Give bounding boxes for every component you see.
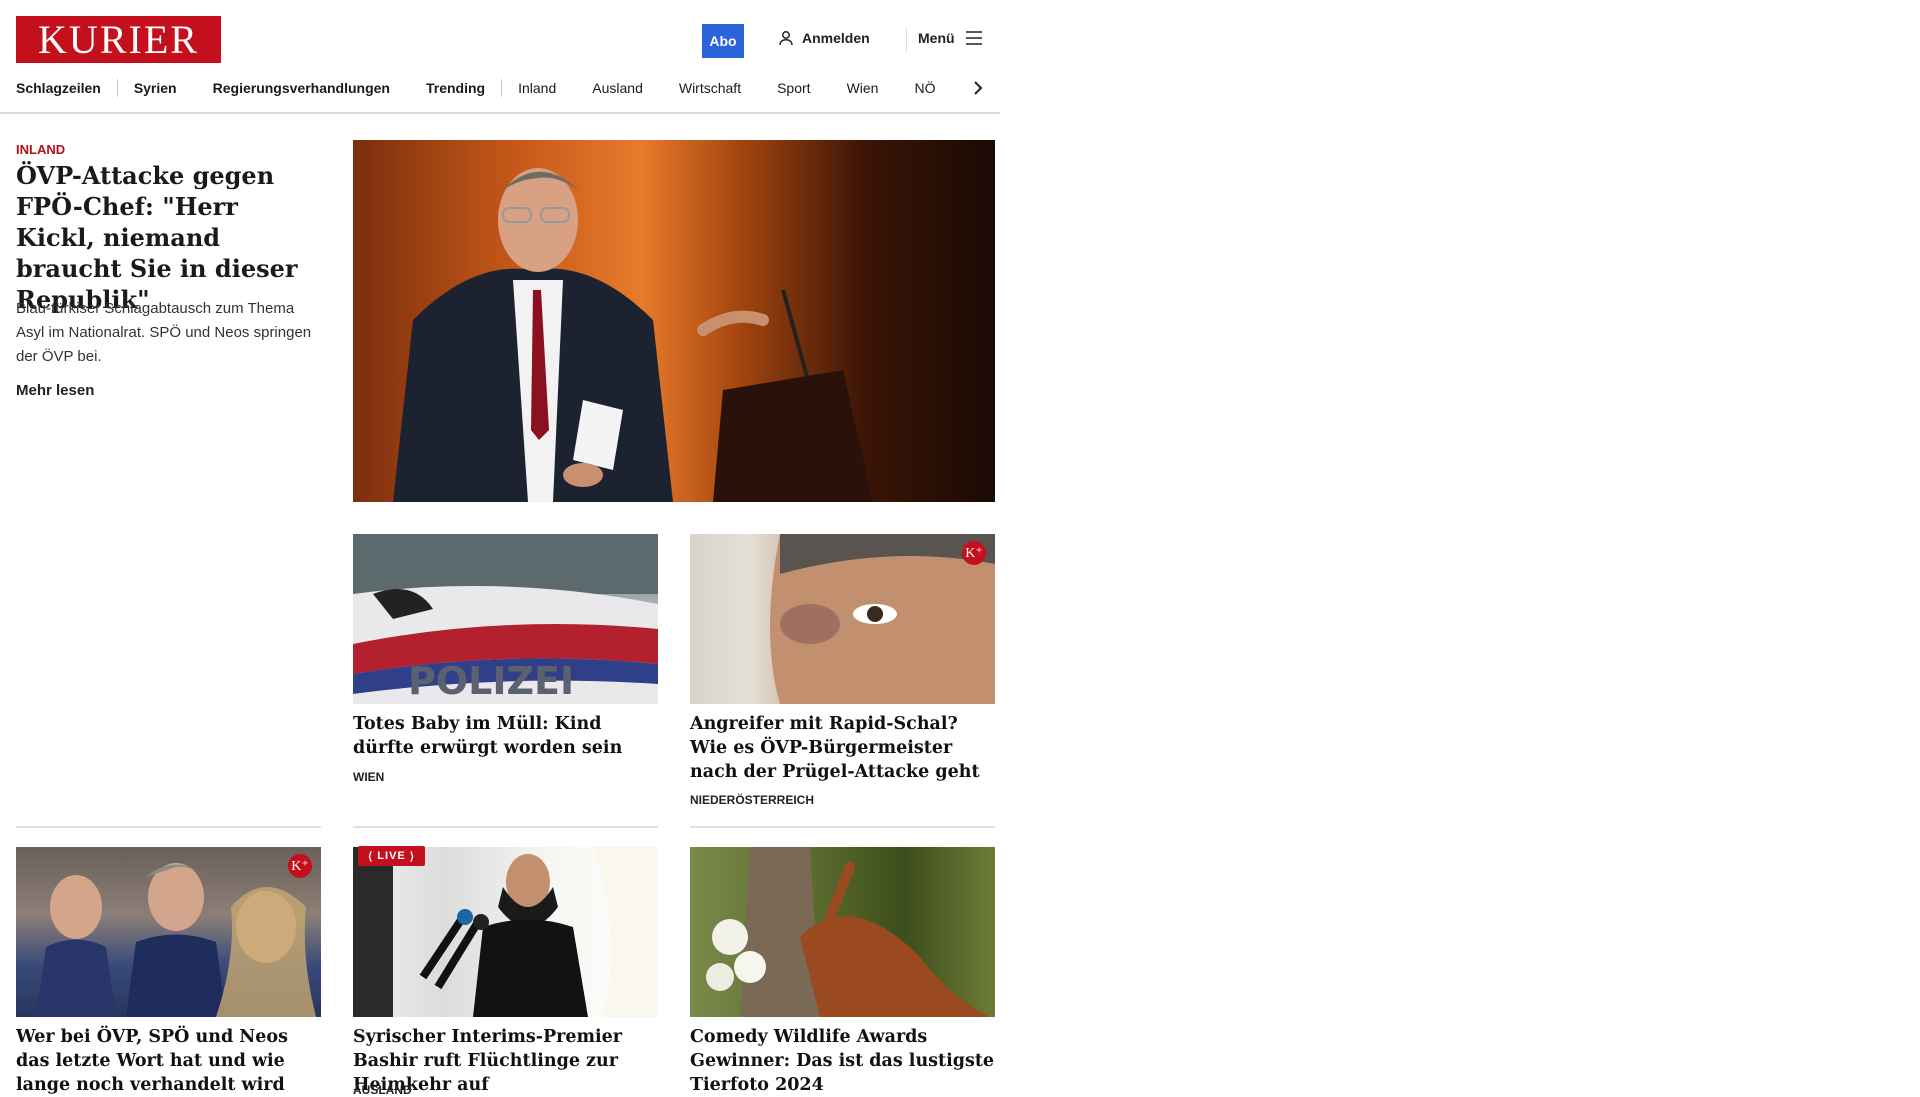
login-label: Anmelden [802, 30, 870, 46]
card-title-1[interactable]: Totes Baby im Müll: Kind dürfte er­würgt… [353, 712, 661, 760]
card-tag-1[interactable]: WIEN [353, 770, 384, 784]
lead-image[interactable] [353, 140, 995, 502]
nav-separator [501, 79, 503, 97]
nav-underline [0, 112, 1000, 114]
police-car-photo: POLIZEI [353, 534, 658, 704]
card-image-polizei[interactable]: POLIZEI [353, 534, 658, 704]
press-conference-photo [353, 847, 658, 1017]
card-title-2[interactable]: Angreifer mit Rapid-Schal? Wie es ÖVP-Bü… [690, 712, 998, 784]
card-image-politicians[interactable] [16, 847, 321, 1017]
nav-next-arrow[interactable] [968, 76, 988, 100]
abo-button[interactable]: Abo [702, 24, 744, 58]
nav-item-wirtschaft[interactable]: Wirtschaft [679, 80, 741, 96]
nav-separator [116, 79, 118, 97]
politicians-photo [36, 863, 316, 1017]
menu-label: Menü [918, 30, 955, 46]
card-image-squirrel[interactable] [690, 847, 995, 1017]
nav-item-noe[interactable]: NÖ [914, 80, 935, 96]
lead-title[interactable]: ÖVP-Attacke gegen FPÖ-Chef: "Herr Kickl,… [16, 160, 316, 315]
nav-item-syrien[interactable]: Syrien [134, 80, 177, 96]
kplus-badge-icon: K⁺ [288, 854, 312, 878]
row-divider [353, 826, 658, 828]
row-divider [690, 826, 995, 828]
user-icon [779, 31, 793, 46]
polizei-text: POLIZEI [408, 659, 574, 703]
read-more-link[interactable]: Mehr lesen [16, 382, 94, 399]
menu-button[interactable]: Menü [918, 30, 983, 46]
login-button[interactable]: Anmelden [778, 30, 870, 46]
card-tag-4[interactable]: AUSLAND [353, 1083, 412, 1097]
live-badge: ⟨ LIVE ⟩ [358, 846, 426, 866]
live-indicator-icon: ⟩ [409, 850, 416, 863]
header-divider [906, 28, 907, 52]
section-nav: Schlagzeilen Syrien Regierungsverhandlun… [16, 76, 998, 100]
lead-subtitle: Blau-türkiser Schlagabtausch zum Thema A… [16, 300, 312, 365]
nav-item-wien[interactable]: Wien [847, 80, 879, 96]
nav-item-ausland[interactable]: Ausland [592, 80, 643, 96]
nav-item-inland[interactable]: Inland [518, 80, 556, 96]
nav-item-regierungsverhandlungen[interactable]: Regierungsverhandlungen [213, 80, 390, 96]
row-divider [16, 826, 321, 828]
nav-item-trending[interactable]: Trending [426, 80, 485, 96]
card-tag-2[interactable]: NIEDERÖSTERREICH [690, 793, 814, 807]
hamburger-icon [965, 31, 982, 45]
live-label: LIVE [377, 850, 406, 862]
nav-item-sport[interactable]: Sport [777, 80, 810, 96]
kurier-logo[interactable]: KURIER [16, 16, 221, 63]
squirrel-photo [706, 847, 990, 1017]
face-photo [770, 534, 995, 704]
card-image-mayor[interactable] [690, 534, 995, 704]
kplus-badge-icon: K⁺ [962, 541, 986, 565]
card-title-5[interactable]: Comedy Wildlife Awards Gewin­ner: Das is… [690, 1025, 998, 1097]
live-indicator-icon: ⟨ [368, 850, 374, 863]
card-image-bashir[interactable] [353, 847, 658, 1017]
chevron-right-icon [974, 81, 983, 95]
nav-item-schlagzeilen[interactable]: Schlagzeilen [16, 80, 101, 96]
lead-kicker[interactable]: INLAND [16, 142, 65, 157]
card-title-3[interactable]: Wer bei ÖVP, SPÖ und Neos das letzte Wor… [16, 1025, 324, 1097]
lead-photo [393, 168, 873, 502]
